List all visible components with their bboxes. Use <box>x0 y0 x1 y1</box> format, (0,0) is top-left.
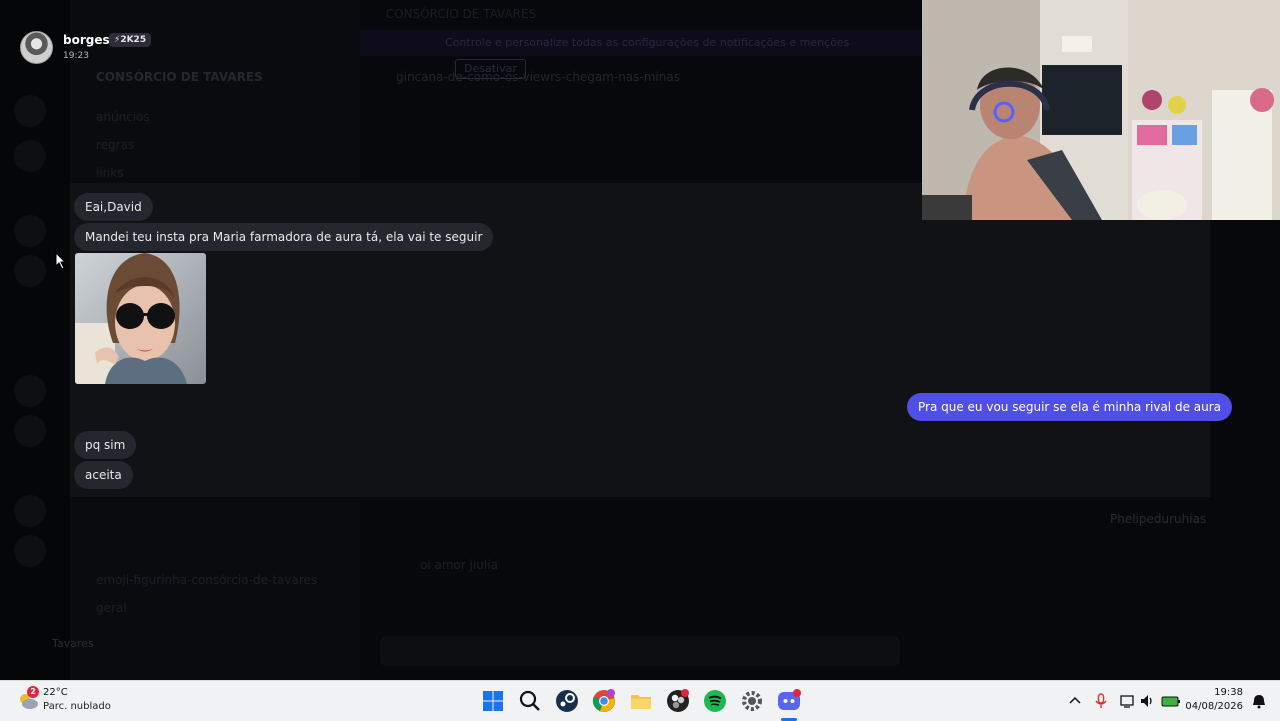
channel-item[interactable]: links <box>96 166 123 180</box>
obs-icon[interactable] <box>666 689 690 713</box>
microphone-icon[interactable] <box>1093 693 1109 709</box>
weather-alert-badge: 2 <box>27 686 39 698</box>
notice-text: Controle e personalize todas as configur… <box>445 36 850 49</box>
weather-temperature: 22°C <box>43 687 68 698</box>
settings-icon[interactable] <box>740 689 764 713</box>
webcam-feed <box>922 0 1280 220</box>
file-explorer-icon[interactable] <box>629 689 653 713</box>
server-name[interactable]: CONSÓRCIO DE TAVARES <box>96 70 263 84</box>
chrome-icon[interactable] <box>592 689 616 713</box>
message-bubble: aceita <box>74 461 133 489</box>
search-icon[interactable] <box>518 689 542 713</box>
clock-time[interactable]: 19:38 <box>1214 687 1243 698</box>
server-icon[interactable] <box>14 140 46 172</box>
window-title: CONSÓRCIO DE TAVARES <box>385 7 537 21</box>
mouse-cursor-icon <box>55 252 67 270</box>
weather-condition: Parc. nublado <box>43 701 111 712</box>
message-bubble: Mandei teu insta pra Maria farmadora de … <box>74 223 494 251</box>
member-name[interactable]: Phelipeduruhias <box>1110 512 1206 526</box>
discord-icon[interactable] <box>777 689 801 713</box>
background-message: oi amor jiulia <box>420 558 498 572</box>
message-bubble: pq sim <box>74 431 137 459</box>
network-icon[interactable] <box>1119 693 1135 709</box>
spotify-icon[interactable] <box>703 689 727 713</box>
chat-panel: Eai,David Mandei teu insta pra Maria far… <box>70 183 1233 497</box>
user-badge: ⚡2K25 <box>109 33 152 47</box>
channel-item[interactable]: geral <box>96 601 127 615</box>
channel-item[interactable]: emoji-figurinha-consórcio-de-tavares <box>96 573 317 587</box>
message-bubble: Eai,David <box>74 193 153 221</box>
header-time: 19:23 <box>63 51 89 61</box>
sidebar-username: Tavares <box>52 637 94 650</box>
server-icon[interactable] <box>14 95 46 127</box>
clock-date[interactable]: 04/08/2026 <box>1185 701 1243 712</box>
username[interactable]: borges <box>63 33 110 47</box>
battery-icon[interactable] <box>1161 693 1181 709</box>
channel-item[interactable]: regras <box>96 138 134 152</box>
chevron-up-icon[interactable] <box>1067 693 1083 709</box>
my-message-bubble: Pra que eu vou seguir se ela é minha riv… <box>907 393 1233 421</box>
photo-image <box>75 253 206 384</box>
shared-photo[interactable] <box>75 253 206 384</box>
channel-header: gincana-de-como-os-viewrs-chegam-nas-min… <box>396 70 680 84</box>
notification-banner: Controle e personalize todas as configur… <box>360 30 922 79</box>
server-icon[interactable] <box>14 535 46 567</box>
server-icon[interactable] <box>14 375 46 407</box>
server-icon[interactable] <box>14 215 46 247</box>
windows-start-icon[interactable] <box>481 689 505 713</box>
volume-icon[interactable] <box>1139 693 1155 709</box>
server-icon[interactable] <box>14 255 46 287</box>
notification-bell-icon[interactable] <box>1251 693 1267 709</box>
server-icon[interactable] <box>14 415 46 447</box>
server-rail <box>0 0 70 680</box>
message-input[interactable] <box>380 636 900 666</box>
avatar[interactable] <box>20 31 53 64</box>
server-icon[interactable] <box>14 495 46 527</box>
taskbar: 2 22°C Parc. nublado 19:38 04/08/2026 <box>0 680 1280 721</box>
steam-icon[interactable] <box>555 689 579 713</box>
webcam-image <box>922 0 1280 220</box>
channel-item[interactable]: anúncios <box>96 110 150 124</box>
